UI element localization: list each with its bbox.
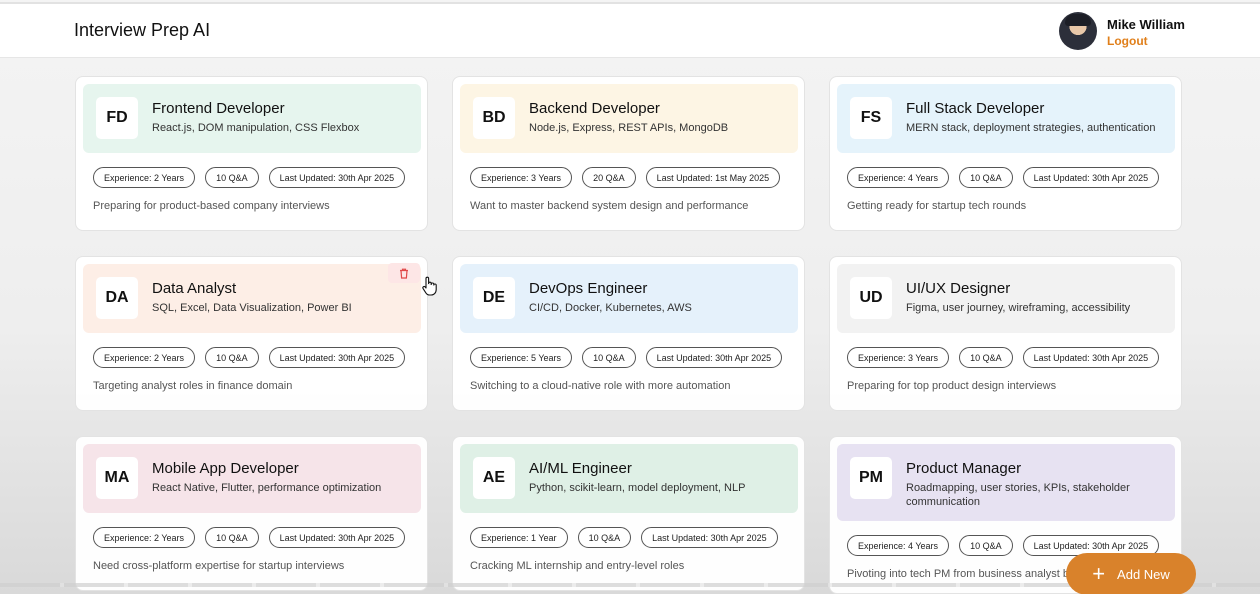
card-tags: Experience: 3 Years 20 Q&A Last Updated:… [470, 167, 781, 188]
trash-icon [400, 268, 408, 279]
card-header: BD Backend Developer Node.js, Express, R… [460, 84, 798, 153]
session-card-devops-engineer[interactable]: DE DevOps Engineer CI/CD, Docker, Kubern… [452, 256, 805, 411]
experience-tag: Experience: 4 Years [847, 167, 950, 188]
role-topics: React Native, Flutter, performance optim… [152, 482, 382, 494]
role-title: Full Stack Developer [906, 100, 1045, 117]
role-topics: SQL, Excel, Data Visualization, Power BI [152, 302, 352, 314]
add-new-button[interactable]: + Add New [1066, 553, 1196, 594]
experience-tag: Experience: 3 Years [847, 347, 950, 368]
app-title: Interview Prep AI [74, 20, 211, 40]
role-title: Frontend Developer [152, 100, 285, 117]
role-initials: PM [850, 457, 892, 499]
user-name: Mike William [1107, 17, 1185, 32]
card-tags: Experience: 4 Years 10 Q&A Last Updated:… [847, 167, 1160, 188]
role-initials: DA [96, 277, 138, 319]
card-header: DA Data Analyst SQL, Excel, Data Visuali… [83, 264, 421, 333]
qa-count-tag: 10 Q&A [959, 167, 1013, 188]
role-title: AI/ML Engineer [529, 460, 632, 477]
role-title: Data Analyst [152, 280, 237, 297]
session-card-full-stack-developer[interactable]: FS Full Stack Developer MERN stack, depl… [829, 76, 1182, 231]
card-description: Pivoting into tech PM from business anal… [847, 568, 1087, 580]
last-updated-tag: Last Updated: 30th Apr 2025 [268, 527, 406, 548]
qa-count-tag: 10 Q&A [959, 535, 1013, 556]
session-card-frontend-developer[interactable]: FD Frontend Developer React.js, DOM mani… [75, 76, 428, 231]
qa-count-tag: 10 Q&A [205, 347, 259, 368]
experience-tag: Experience: 2 Years [93, 347, 196, 368]
delete-button[interactable] [388, 263, 420, 283]
last-updated-tag: Last Updated: 30th Apr 2025 [641, 527, 778, 548]
qa-count-tag: 20 Q&A [582, 167, 636, 188]
role-topics: Roadmapping, user stories, KPIs, stakeho… [906, 482, 1130, 508]
last-updated-tag: Last Updated: 30th Apr 2025 [268, 347, 406, 368]
qa-count-tag: 10 Q&A [959, 347, 1013, 368]
last-updated-tag: Last Updated: 30th Apr 2025 [1022, 167, 1160, 188]
card-tags: Experience: 5 Years 10 Q&A Last Updated:… [470, 347, 783, 368]
qa-count-tag: 10 Q&A [577, 527, 632, 548]
navbar: Interview Prep AI Mike William Logout [0, 4, 1260, 58]
role-topics: CI/CD, Docker, Kubernetes, AWS [529, 302, 692, 314]
card-tags: Experience: 1 Year 10 Q&A Last Updated: … [470, 527, 778, 548]
role-initials: FS [850, 97, 892, 139]
role-topics: Figma, user journey, wireframing, access… [906, 302, 1131, 314]
role-title: UI/UX Designer [906, 280, 1011, 297]
card-description: Preparing for product-based company inte… [93, 200, 330, 212]
role-title: Mobile App Developer [152, 460, 299, 477]
session-card-backend-developer[interactable]: BD Backend Developer Node.js, Express, R… [452, 76, 805, 231]
avatar[interactable] [1059, 12, 1097, 50]
experience-tag: Experience: 4 Years [847, 535, 950, 556]
card-description: Need cross-platform expertise for startu… [93, 560, 345, 572]
role-title: Product Manager [906, 460, 1022, 477]
session-card-mobile-app-developer[interactable]: MA Mobile App Developer React Native, Fl… [75, 436, 428, 591]
role-initials: FD [96, 97, 138, 139]
last-updated-tag: Last Updated: 1st May 2025 [645, 167, 781, 188]
experience-tag: Experience: 1 Year [470, 527, 568, 548]
experience-tag: Experience: 3 Years [470, 167, 573, 188]
card-description: Getting ready for startup tech rounds [847, 200, 1027, 212]
role-initials: AE [473, 457, 515, 499]
experience-tag: Experience: 5 Years [470, 347, 573, 368]
experience-tag: Experience: 2 Years [93, 167, 196, 188]
qa-count-tag: 10 Q&A [205, 527, 259, 548]
qa-count-tag: 10 Q&A [582, 347, 636, 368]
role-initials: MA [96, 457, 138, 499]
card-tags: Experience: 2 Years 10 Q&A Last Updated:… [93, 167, 406, 188]
card-description: Switching to a cloud-native role with mo… [470, 380, 731, 392]
role-title: DevOps Engineer [529, 280, 648, 297]
session-card-ui-ux-designer[interactable]: UD UI/UX Designer Figma, user journey, w… [829, 256, 1182, 411]
session-card-ai-ml-engineer[interactable]: AE AI/ML Engineer Python, scikit-learn, … [452, 436, 805, 591]
card-header: FS Full Stack Developer MERN stack, depl… [837, 84, 1175, 153]
role-topics: React.js, DOM manipulation, CSS Flexbox [152, 122, 360, 134]
card-description: Targeting analyst roles in finance domai… [93, 380, 293, 392]
last-updated-tag: Last Updated: 30th Apr 2025 [268, 167, 406, 188]
card-header: UD UI/UX Designer Figma, user journey, w… [837, 264, 1175, 333]
role-topics: MERN stack, deployment strategies, authe… [906, 122, 1156, 134]
hand-cursor-icon [422, 276, 437, 296]
card-tags: Experience: 3 Years 10 Q&A Last Updated:… [847, 347, 1160, 368]
last-updated-tag: Last Updated: 30th Apr 2025 [645, 347, 783, 368]
role-topics: Node.js, Express, REST APIs, MongoDB [529, 122, 729, 134]
role-title: Backend Developer [529, 100, 660, 117]
experience-tag: Experience: 2 Years [93, 527, 196, 548]
card-header: AE AI/ML Engineer Python, scikit-learn, … [460, 444, 798, 513]
role-initials: DE [473, 277, 515, 319]
card-header: PM Product Manager Roadmapping, user sto… [837, 444, 1175, 521]
card-header: MA Mobile App Developer React Native, Fl… [83, 444, 421, 513]
card-description: Cracking ML internship and entry-level r… [470, 560, 685, 572]
plus-icon: + [1092, 561, 1106, 586]
role-topics: Python, scikit-learn, model deployment, … [529, 482, 746, 494]
card-tags: Experience: 2 Years 10 Q&A Last Updated:… [93, 347, 406, 368]
add-new-label: Add New [1117, 566, 1170, 582]
logout-link[interactable]: Logout [1107, 34, 1148, 48]
card-header: FD Frontend Developer React.js, DOM mani… [83, 84, 421, 153]
session-card-data-analyst[interactable]: DA Data Analyst SQL, Excel, Data Visuali… [75, 256, 428, 411]
card-description: Preparing for top product design intervi… [847, 380, 1057, 392]
last-updated-tag: Last Updated: 30th Apr 2025 [1022, 347, 1160, 368]
qa-count-tag: 10 Q&A [205, 167, 259, 188]
role-initials: UD [850, 277, 892, 319]
card-description: Want to master backend system design and… [470, 200, 749, 212]
card-header: DE DevOps Engineer CI/CD, Docker, Kubern… [460, 264, 798, 333]
role-initials: BD [473, 97, 515, 139]
card-tags: Experience: 2 Years 10 Q&A Last Updated:… [93, 527, 406, 548]
